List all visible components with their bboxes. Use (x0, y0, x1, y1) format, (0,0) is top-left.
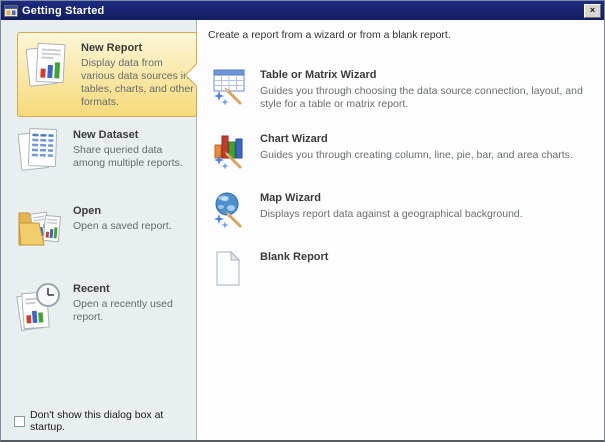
wizard-item-text: Map Wizard Displays report data against … (260, 190, 523, 229)
sidebar-item-text: Recent Open a recently used report. (73, 281, 187, 324)
sidebar-item-text: New Dataset Share queried data among mul… (73, 127, 187, 170)
wizard-item-title: Blank Report (260, 251, 328, 263)
chart-wizard-icon (211, 132, 247, 170)
wizard-item-title: Table or Matrix Wizard (260, 69, 592, 81)
sidebar-item-text: New Report Display data from various dat… (81, 40, 194, 109)
wizard-item-desc: Displays report data against a geographi… (260, 208, 523, 221)
main-panel-header: Create a report from a wizard or from a … (208, 29, 592, 41)
wizard-item-title: Chart Wizard (260, 133, 573, 145)
getting-started-dialog: Getting Started × (0, 0, 605, 442)
sidebar-item-open[interactable]: Open Open a saved report. (15, 203, 194, 257)
dont-show-at-startup-row[interactable]: Don't show this dialog box at startup. (14, 409, 196, 433)
titlebar[interactable]: Getting Started × (1, 1, 604, 20)
sidebar-item-desc: Open a saved report. (73, 220, 172, 233)
sidebar-item-title: Open (73, 205, 172, 217)
close-button[interactable]: × (584, 4, 601, 18)
checkbox-unchecked-icon[interactable] (14, 416, 25, 427)
sidebar-item-desc: Open a recently used report. (73, 298, 187, 324)
new-dataset-icon (15, 127, 67, 177)
sidebar-item-recent[interactable]: Recent Open a recently used report. (15, 281, 194, 337)
sidebar-item-title: New Report (81, 42, 194, 54)
checkbox-label: Don't show this dialog box at startup. (30, 409, 196, 433)
sidebar-item-title: New Dataset (73, 129, 187, 141)
wizard-item-title: Map Wizard (260, 192, 523, 204)
wizard-item-text: Chart Wizard Guides you through creating… (260, 131, 573, 170)
sidebar-item-title: Recent (73, 283, 187, 295)
blank-report-icon (211, 250, 247, 288)
sidebar-item-new-dataset[interactable]: New Dataset Share queried data among mul… (15, 127, 194, 177)
blank-report-item[interactable]: Blank Report (208, 249, 592, 288)
window-title: Getting Started (22, 5, 104, 17)
sidebar-item-desc: Share queried data among multiple report… (73, 144, 187, 170)
table-or-matrix-wizard-item[interactable]: Table or Matrix Wizard Guides you throug… (208, 67, 592, 111)
dialog-body: New Report Display data from various dat… (1, 20, 604, 440)
recent-clock-icon (15, 281, 67, 337)
sidebar: New Report Display data from various dat… (1, 20, 197, 440)
map-wizard-item[interactable]: Map Wizard Displays report data against … (208, 190, 592, 229)
map-wizard-icon (211, 191, 247, 229)
close-icon: × (590, 5, 595, 15)
table-or-matrix-wizard-icon (211, 68, 247, 111)
new-report-icon (23, 40, 75, 92)
wizard-item-desc: Guides you through choosing the data sou… (260, 85, 592, 111)
wizard-item-desc: Guides you through creating column, line… (260, 149, 573, 162)
chart-wizard-item[interactable]: Chart Wizard Guides you through creating… (208, 131, 592, 170)
open-folder-icon (15, 203, 67, 257)
wizard-item-text: Blank Report (260, 249, 328, 288)
main-panel: Create a report from a wizard or from a … (197, 20, 604, 440)
wizard-item-text: Table or Matrix Wizard Guides you throug… (260, 67, 592, 111)
report-builder-app-icon (4, 4, 18, 18)
sidebar-item-text: Open Open a saved report. (73, 203, 172, 233)
sidebar-item-new-report[interactable]: New Report Display data from various dat… (17, 32, 197, 117)
sidebar-item-desc: Display data from various data sources i… (81, 57, 194, 109)
